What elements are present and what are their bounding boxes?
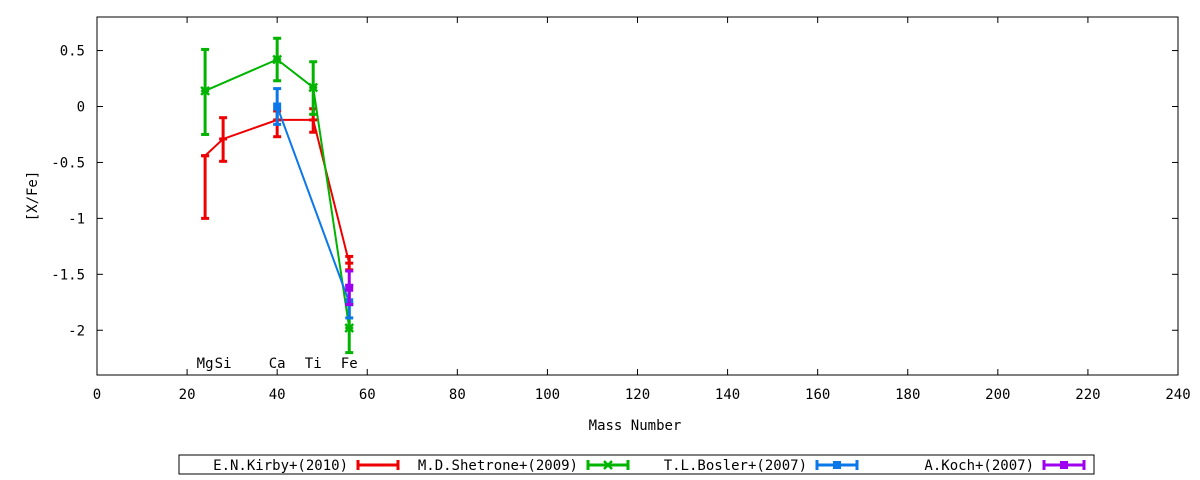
- legend-label: M.D.Shetrone+(2009): [418, 458, 578, 474]
- data-point: [833, 461, 841, 469]
- y-tick-label: 0: [77, 100, 85, 116]
- x-tick-label: 20: [179, 387, 196, 403]
- x-tick-label: 80: [449, 387, 466, 403]
- legend-label: E.N.Kirby+(2010): [213, 458, 348, 474]
- x-tick-label: 160: [805, 387, 830, 403]
- x-tick-label: 0: [93, 387, 101, 403]
- series-group: [201, 107, 354, 272]
- data-series: [200, 36, 355, 355]
- series-line: [276, 106, 351, 303]
- element-label: Fe: [341, 356, 358, 372]
- x-tick-label: 180: [895, 387, 920, 403]
- element-label: Ti: [305, 356, 322, 372]
- y-tick-label: -2: [68, 323, 85, 339]
- y-tick-label: -1.5: [51, 267, 85, 283]
- series-group: [200, 36, 355, 355]
- legend-label: T.L.Bosler+(2007): [664, 458, 807, 474]
- chart: 0 20 40 60 80 100 120 140 160 180 200 220 240 0.5 0 -0.…: [25, 16, 1191, 475]
- y-tick-label: -0.5: [51, 155, 85, 171]
- x-tick-label: 120: [625, 387, 650, 403]
- x-tick-label: 100: [535, 387, 560, 403]
- x-tick-label: 220: [1075, 387, 1100, 403]
- element-labels: Mg Si Ca Ti Fe: [197, 356, 358, 372]
- x-axis-title: Mass Number: [589, 418, 682, 434]
- data-point: [273, 102, 282, 111]
- data-point: [345, 283, 354, 292]
- element-label: Ca: [269, 356, 286, 372]
- data-point: [1060, 461, 1068, 469]
- axis-ticks: 0 20 40 60 80 100 120 140 160 180 200 220 240 0.5 0 -0.…: [51, 17, 1191, 403]
- data-point: [603, 460, 613, 470]
- legend-label: A.Koch+(2007): [924, 458, 1034, 474]
- plot-frame: [96, 16, 1179, 376]
- x-tick-label: 200: [985, 387, 1010, 403]
- y-tick-label: -1: [68, 211, 85, 227]
- x-tick-label: 60: [359, 387, 376, 403]
- y-tick-label: 0.5: [60, 44, 85, 60]
- legend: E.N.Kirby+(2010) M.D.Shetrone+(2009) T.L.B…: [178, 454, 1095, 475]
- x-tick-label: 140: [715, 387, 740, 403]
- y-axis-title: [X/Fe]: [25, 171, 41, 222]
- x-tick-label: 40: [269, 387, 286, 403]
- x-tick-label: 240: [1165, 387, 1190, 403]
- element-label: Mg: [197, 356, 214, 372]
- element-label: Si: [215, 356, 232, 372]
